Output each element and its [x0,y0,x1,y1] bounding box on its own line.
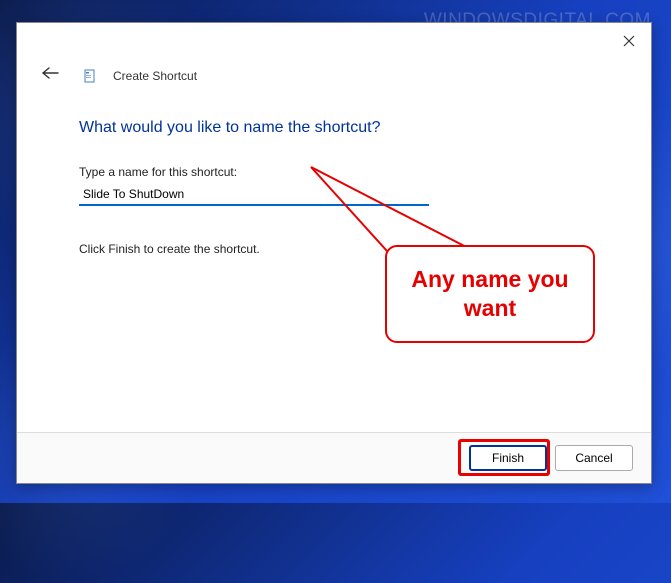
shortcut-file-icon [83,69,97,83]
create-shortcut-dialog: Create Shortcut What would you like to n… [16,22,652,484]
dialog-header: Create Shortcut [17,58,651,97]
annotation-callout-text: Any name you want [395,265,585,323]
dialog-title: Create Shortcut [113,69,197,83]
page-heading: What would you like to name the shortcut… [79,119,609,137]
close-icon[interactable] [621,35,637,51]
shortcut-name-input[interactable] [79,184,429,206]
titlebar [17,23,651,58]
input-label: Type a name for this shortcut: [79,165,609,179]
button-bar: Finish Cancel [17,432,651,483]
finish-button[interactable]: Finish [469,445,547,471]
annotation-callout: Any name you want [385,245,595,343]
back-arrow-icon[interactable] [37,64,63,87]
cancel-button[interactable]: Cancel [555,445,633,471]
